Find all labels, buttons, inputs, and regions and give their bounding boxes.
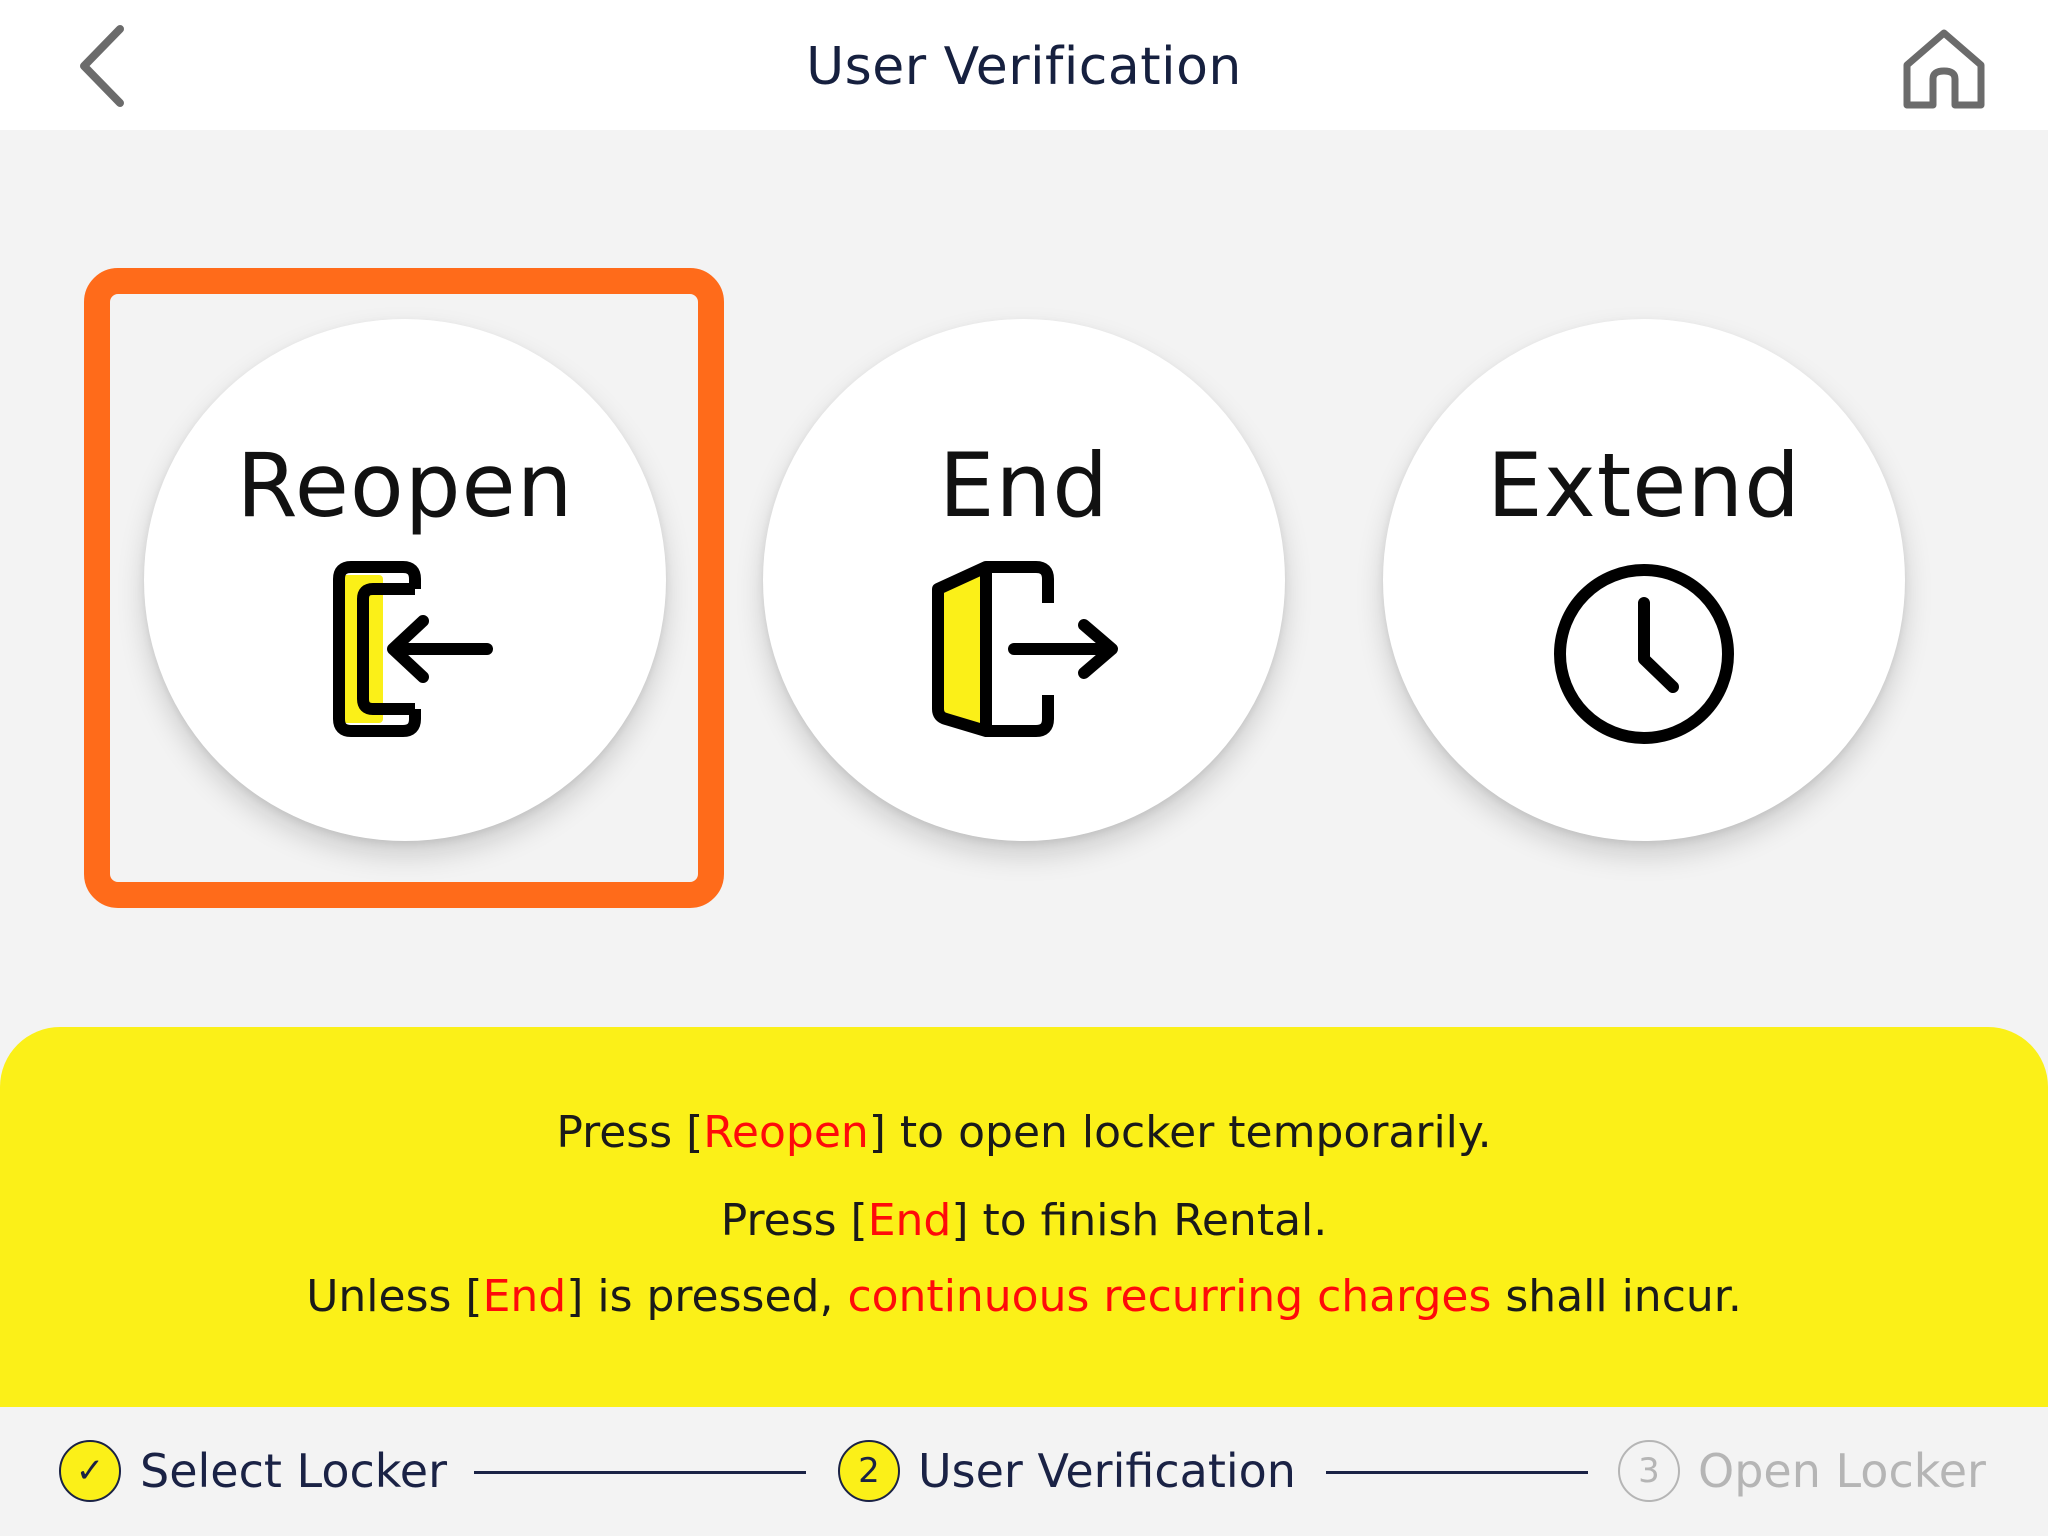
notice-highlight-charges: continuous recurring charges bbox=[847, 1271, 1492, 1322]
home-button[interactable] bbox=[1896, 20, 1992, 116]
back-button[interactable] bbox=[62, 18, 142, 114]
chevron-left-icon bbox=[80, 25, 124, 107]
step-1-check-icon: ✓ bbox=[59, 1440, 121, 1502]
step-2-marker: 2 bbox=[858, 1451, 880, 1491]
end-button[interactable]: End bbox=[763, 319, 1285, 841]
notice-highlight: End bbox=[482, 1271, 567, 1322]
notice-line-end: Press [End] to finish Rental. bbox=[0, 1195, 2048, 1246]
progress-stepper: ✓ Select Locker 2 User Verification 3 Op… bbox=[0, 1407, 2048, 1536]
notice-line-reopen: Press [Reopen] to open locker temporaril… bbox=[0, 1107, 2048, 1158]
home-icon bbox=[1903, 29, 1985, 109]
step-2-label: User Verification bbox=[918, 1444, 1296, 1498]
notice-text: shall incur. bbox=[1491, 1271, 1742, 1322]
step-2-badge: 2 bbox=[838, 1440, 900, 1502]
notice-text: Press [ bbox=[556, 1107, 704, 1158]
header-bar: User Verification bbox=[0, 0, 2048, 130]
step-3-label: Open Locker bbox=[1698, 1444, 1986, 1498]
reopen-button[interactable]: Reopen bbox=[144, 319, 666, 841]
end-label: End bbox=[938, 434, 1110, 537]
notice-text: ] is pressed, bbox=[566, 1271, 848, 1322]
notice-line-charges: Unless [End] is pressed, continuous recu… bbox=[0, 1271, 2048, 1322]
step-connector-2 bbox=[1326, 1471, 1588, 1474]
step-3-marker: 3 bbox=[1638, 1451, 1660, 1491]
notice-highlight: End bbox=[867, 1195, 952, 1246]
extend-label: Extend bbox=[1487, 434, 1801, 537]
notice-text: ] to open locker temporarily. bbox=[868, 1107, 1492, 1158]
notice-panel: Press [Reopen] to open locker temporaril… bbox=[0, 1027, 2048, 1407]
page-title: User Verification bbox=[806, 37, 1242, 97]
step-3-badge: 3 bbox=[1618, 1440, 1680, 1502]
step-1-label: Select Locker bbox=[140, 1444, 447, 1498]
notice-highlight: Reopen bbox=[703, 1107, 869, 1158]
door-enter-icon bbox=[144, 559, 666, 739]
notice-text: Press [ bbox=[720, 1195, 868, 1246]
step-connector-1 bbox=[474, 1471, 806, 1474]
notice-text: Unless [ bbox=[306, 1271, 483, 1322]
clock-icon bbox=[1383, 559, 1905, 749]
door-exit-icon bbox=[763, 559, 1285, 739]
step-1-marker: ✓ bbox=[75, 1451, 105, 1491]
reopen-label: Reopen bbox=[236, 434, 574, 537]
extend-button[interactable]: Extend bbox=[1383, 319, 1905, 841]
notice-text: ] to finish Rental. bbox=[951, 1195, 1328, 1246]
